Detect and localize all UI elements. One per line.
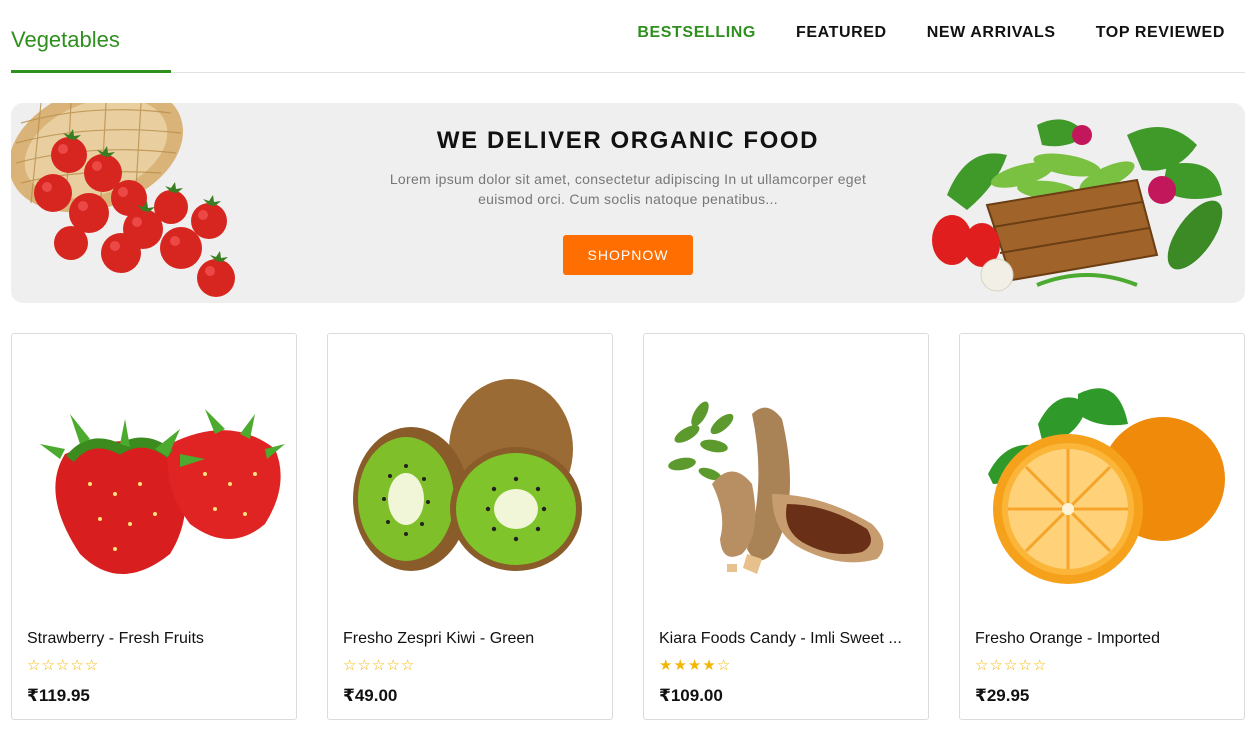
product-card[interactable]: Kiara Foods Candy - Imli Sweet ... ★ ★ ★ ★ ☆… (643, 333, 929, 720)
tab-new-arrivals[interactable]: NEW ARRIVALS (927, 24, 1056, 42)
star-filled-icon: ★ (702, 657, 716, 674)
banner-description: Lorem ipsum dolor sit amet, consectetur … (389, 171, 867, 207)
product-price: ₹119.95 (27, 686, 90, 705)
section-header: Vegetables BESTSELLING FEATURED NEW ARRI… (11, 0, 1245, 73)
orange-image (988, 388, 1225, 584)
star-empty-icon: ☆ (975, 657, 989, 674)
vegetable-crate-image (932, 119, 1223, 292)
product-card[interactable]: Fresho Orange - Imported ☆ ☆ ☆ ☆ ☆ ₹29.95 (959, 333, 1245, 720)
product-card[interactable]: Fresho Zespri Kiwi - Green ☆ ☆ ☆ ☆ ☆ ₹49.00 (327, 333, 613, 720)
tab-top-reviewed[interactable]: TOP REVIEWED (1096, 24, 1225, 42)
product-rating: ★ ★ ★ ★ ☆ (659, 658, 730, 674)
star-empty-icon: ☆ (70, 657, 84, 674)
product-price: ₹49.00 (343, 686, 398, 705)
star-empty-icon: ☆ (716, 657, 731, 674)
kiwi-image (353, 379, 582, 571)
tab-bestselling[interactable]: BESTSELLING (637, 24, 756, 42)
product-price: ₹109.00 (659, 686, 723, 705)
star-filled-icon: ★ (659, 657, 673, 674)
star-empty-icon: ☆ (1032, 657, 1047, 674)
section-title-underline (11, 70, 171, 73)
star-empty-icon: ☆ (989, 657, 1003, 674)
product-name[interactable]: Fresho Zespri Kiwi - Green (343, 630, 603, 648)
star-empty-icon: ☆ (84, 657, 99, 674)
star-empty-icon: ☆ (371, 657, 386, 674)
star-empty-icon: ☆ (27, 657, 41, 674)
product-name[interactable]: Fresho Orange - Imported (975, 630, 1235, 648)
star-empty-icon: ☆ (1018, 657, 1032, 674)
product-name[interactable]: Strawberry - Fresh Fruits (27, 630, 287, 648)
star-empty-icon: ☆ (386, 657, 400, 674)
promo-banner: WE DELIVER ORGANIC FOOD Lorem ipsum dolo… (11, 103, 1245, 303)
star-empty-icon: ☆ (343, 657, 357, 674)
product-grid: Strawberry - Fresh Fruits ☆ ☆ ☆ ☆ ☆ ₹119.95 … (11, 333, 1245, 720)
section-title: Vegetables (11, 27, 120, 52)
star-empty-icon: ☆ (400, 657, 415, 674)
product-price: ₹29.95 (975, 686, 1030, 705)
product-rating: ☆ ☆ ☆ ☆ ☆ (27, 658, 98, 674)
star-filled-icon: ★ (687, 657, 702, 674)
star-empty-icon: ☆ (357, 657, 371, 674)
star-filled-icon: ★ (673, 657, 687, 674)
product-rating: ☆ ☆ ☆ ☆ ☆ (343, 658, 414, 674)
strawberry-image (40, 409, 285, 574)
shop-now-button[interactable]: SHOPNOW (563, 235, 693, 275)
tab-featured[interactable]: FEATURED (796, 24, 887, 42)
product-name[interactable]: Kiara Foods Candy - Imli Sweet ... (659, 630, 919, 648)
product-tabs: BESTSELLING FEATURED NEW ARRIVALS TOP RE… (637, 24, 1225, 42)
star-empty-icon: ☆ (41, 657, 55, 674)
tamarind-image (668, 401, 884, 574)
star-empty-icon: ☆ (1003, 657, 1018, 674)
product-rating: ☆ ☆ ☆ ☆ ☆ (975, 658, 1046, 674)
product-card[interactable]: Strawberry - Fresh Fruits ☆ ☆ ☆ ☆ ☆ ₹119.95 (11, 333, 297, 720)
star-empty-icon: ☆ (55, 657, 70, 674)
